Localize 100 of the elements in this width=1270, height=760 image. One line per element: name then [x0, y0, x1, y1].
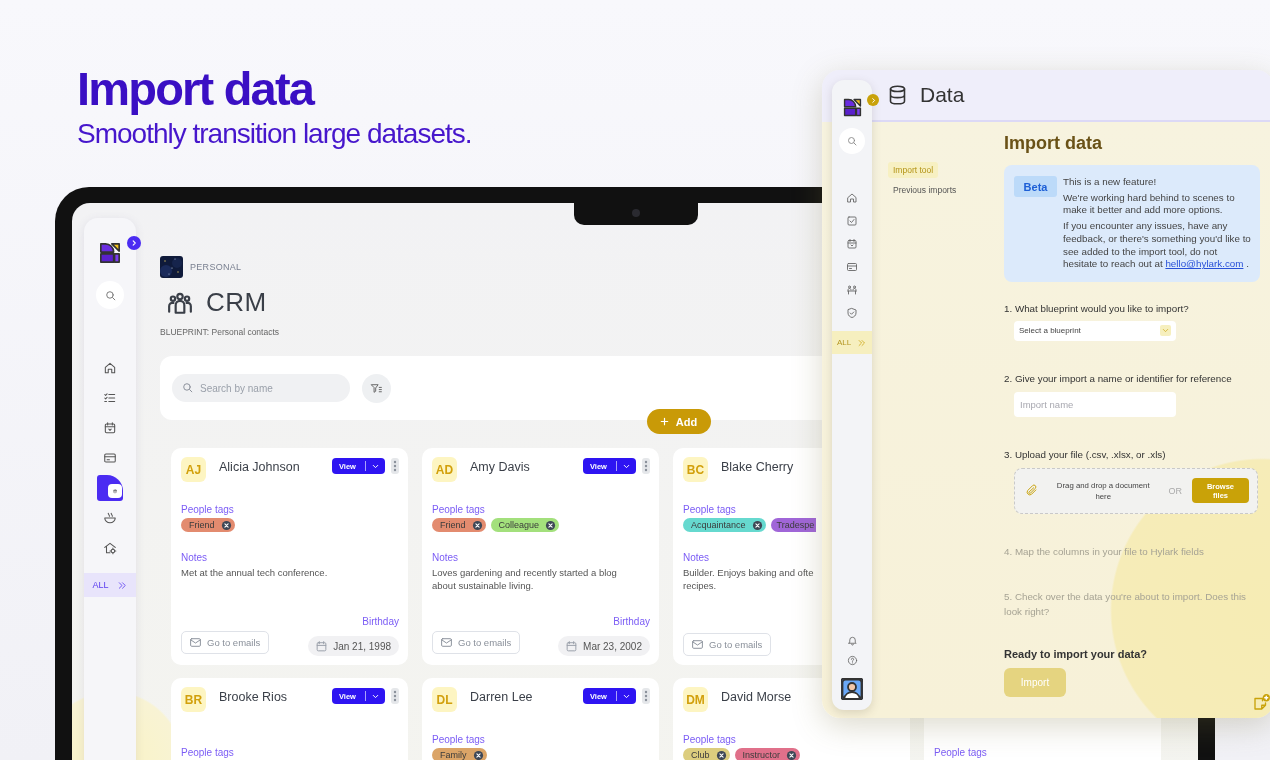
notice-text: If you encounter any issues, have any feedback, or there's something you'd like to see added to the import tool, do not hesitate to reach out at hello@hylark.com .: [1063, 220, 1252, 271]
remove-icon[interactable]: [545, 519, 557, 531]
subnav-item[interactable]: Import tool: [888, 162, 939, 178]
remove-icon[interactable]: [751, 519, 763, 531]
subnav-item[interactable]: Previous imports: [888, 182, 962, 198]
space-label: PERSONAL: [190, 262, 242, 272]
contact-name: Amy Davis: [470, 460, 530, 474]
bowl-icon: [103, 511, 117, 525]
notice-text: We're working hard behind to scenes to make it better and add more options.: [1063, 191, 1236, 218]
beta-badge: Beta: [1014, 176, 1057, 197]
paperclip-icon: [1025, 484, 1038, 498]
remove-icon[interactable]: [715, 749, 727, 760]
more-button[interactable]: [391, 458, 399, 474]
blueprint-label: BLUEPRINT: Personal contacts: [160, 327, 280, 337]
section-label: People tags: [683, 734, 737, 745]
ready-label: Ready to import your data?: [1004, 647, 1149, 660]
contact-name: Blake Cherry: [721, 460, 794, 474]
more-button[interactable]: [642, 458, 650, 474]
sidebar-item[interactable]: [97, 475, 123, 501]
section-label: People tags: [683, 504, 737, 515]
section-label: People tags: [181, 504, 235, 515]
initials-avatar: BC: [683, 457, 708, 482]
search-button[interactable]: [96, 281, 124, 309]
home-icon: [846, 192, 858, 204]
step-label: 2. Give your import a name or identifier for reference: [1004, 371, 1233, 386]
search-field[interactable]: Search by name: [172, 374, 350, 402]
database-icon: [887, 84, 908, 106]
remove-icon[interactable]: [472, 749, 484, 760]
dots-icon: [644, 460, 648, 472]
remove-icon[interactable]: [220, 519, 232, 531]
section-label: Notes: [683, 552, 711, 563]
search-icon: [181, 381, 194, 394]
email-button[interactable]: Go to emails: [432, 630, 521, 654]
tag-chip: Friend: [432, 518, 486, 532]
blueprint-dropdown[interactable]: Select a blueprint: [1014, 320, 1176, 341]
initials-avatar: AD: [432, 457, 457, 482]
section-label: Notes: [181, 552, 209, 563]
step-label: 5. Check over the data you're about to import. Does this look right?: [1004, 589, 1248, 619]
initials-avatar: DM: [683, 687, 708, 712]
note-plus-icon: [1252, 694, 1270, 712]
section-label: People tags: [432, 504, 486, 515]
note-button[interactable]: [1252, 694, 1270, 712]
email-button[interactable]: Go to emails: [683, 633, 772, 656]
contact-name: Alicia Johnson: [219, 460, 300, 474]
date-field: Mar 23, 2002: [558, 636, 650, 656]
birthday-label: Birthday: [361, 616, 399, 627]
dots-icon: [393, 460, 397, 472]
mail-icon: [691, 638, 704, 651]
notes-text: Loves gardening and recently started a blog about sustainable living.: [432, 566, 618, 592]
email-button[interactable]: Go to emails: [181, 630, 270, 654]
remove-icon[interactable]: [471, 519, 483, 531]
help-icon: [846, 654, 858, 666]
tag-chip: Colleague: [490, 518, 560, 532]
dots-icon: [393, 690, 397, 702]
tag-chip: Club: [683, 748, 730, 760]
avatar-icon: [841, 678, 863, 700]
section-label: People tags: [432, 734, 486, 745]
shield-icon: [846, 307, 858, 319]
bell-icon: [846, 634, 858, 646]
calendar-icon: [565, 639, 579, 653]
import-name-field[interactable]: Import name: [1014, 391, 1176, 417]
birthday-label: Birthday: [612, 616, 650, 627]
page-title: CRM: [206, 287, 267, 318]
mail-icon: [189, 635, 202, 649]
more-button[interactable]: [391, 688, 399, 704]
house-gear-icon: [103, 541, 117, 555]
expand-button[interactable]: [127, 236, 141, 250]
email-link[interactable]: hello@hylark.com: [1165, 258, 1244, 270]
contact-name: Brooke Rios: [219, 690, 288, 704]
remove-icon[interactable]: [786, 749, 798, 760]
calendar-icon: [103, 421, 117, 435]
contact-name: David Morse: [721, 690, 792, 704]
dots-icon: [644, 690, 648, 702]
tag-chip: Instructor: [734, 748, 801, 760]
checkbox-icon: [846, 215, 858, 227]
step-label: 1. What blueprint would you like to import?: [1004, 301, 1190, 316]
initials-avatar: DL: [432, 687, 457, 712]
notice-title: This is a new feature!: [1063, 176, 1158, 189]
home-icon: [103, 361, 117, 375]
calendar-icon: [315, 639, 329, 653]
tag-chip: Friend: [181, 518, 235, 532]
notes-text: Builder. Enjoys baking and ofte recipes.: [683, 566, 815, 592]
search-icon: [103, 288, 117, 302]
filter-icon: [370, 381, 383, 395]
hero-subtitle: Smoothly transition large datasets.: [77, 118, 472, 150]
mail-icon: [440, 635, 453, 649]
or-label: OR: [1168, 485, 1182, 496]
all-button[interactable]: ALL: [84, 573, 136, 597]
filter-button[interactable]: [362, 373, 391, 403]
window-title: Data: [920, 83, 965, 107]
tag-chip: Tradespe: [770, 518, 817, 532]
chevrons-icon: [857, 337, 868, 348]
section-label: People tags: [934, 747, 988, 758]
notes-text: Met at the annual tech conference.: [181, 566, 329, 579]
chevrons-icon: [116, 579, 128, 591]
initials-avatar: BR: [181, 687, 206, 712]
card-icon: [103, 451, 117, 465]
hero-title: Import data: [77, 62, 314, 116]
calendar-icon: [846, 238, 858, 250]
more-button[interactable]: [642, 688, 650, 704]
